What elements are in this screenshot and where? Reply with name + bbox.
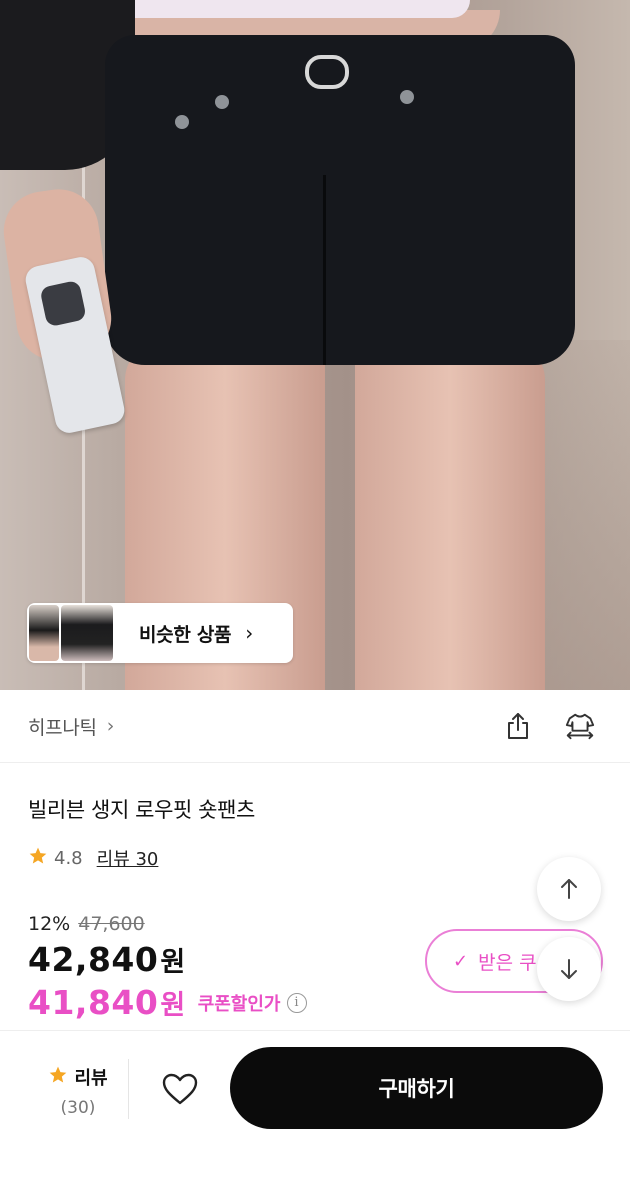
rating-score: 4.8: [54, 847, 83, 869]
rivet: [215, 95, 229, 109]
review-summary-button[interactable]: 리뷰 (30): [28, 1064, 128, 1120]
received-coupon-label: 받은 쿠: [478, 951, 537, 974]
discount-row: 12% 47,600: [28, 913, 145, 935]
denim-shorts: [105, 35, 575, 365]
rating-row: 4.8 리뷰 30: [28, 845, 158, 871]
star-icon: [28, 846, 48, 871]
price-unit: 원: [160, 947, 186, 978]
scroll-up-button[interactable]: [537, 857, 601, 921]
review-summary-label-row: 리뷰: [28, 1064, 128, 1090]
phone-camera: [39, 279, 87, 328]
crop-top: [110, 0, 470, 18]
sale-price: 42,840원: [28, 940, 186, 979]
heart-icon: [162, 1073, 198, 1105]
divider: [128, 1059, 129, 1119]
star-icon: [48, 1065, 68, 1090]
coupon-price-unit: 원: [160, 990, 186, 1021]
similar-thumb: [61, 605, 113, 661]
belt-buckle: [305, 55, 349, 89]
arrow-down-icon: [561, 959, 577, 979]
original-price: 47,600: [78, 913, 145, 935]
fitting-icon[interactable]: [564, 710, 596, 742]
review-count-link[interactable]: 리뷰 30: [97, 845, 159, 871]
inseam: [323, 175, 326, 365]
bottom-action-bar: 리뷰 (30) 구매하기: [0, 1030, 630, 1200]
review-count: (30): [60, 1098, 96, 1118]
brand-name-link[interactable]: 히프나틱: [28, 713, 97, 740]
rivet: [175, 115, 189, 129]
scroll-down-button[interactable]: [537, 937, 601, 1001]
chevron-right-icon[interactable]: ›: [107, 715, 115, 737]
product-title: 빌리븐 생지 로우핏 숏팬츠: [28, 798, 255, 822]
wishlist-button[interactable]: [158, 1067, 202, 1111]
check-icon: ✓: [453, 950, 469, 972]
coupon-price-row: 41,840원 쿠폰할인가 i: [28, 983, 307, 1022]
sale-price-value: 42,840: [28, 940, 159, 979]
similar-products-label: 비슷한 상품: [139, 623, 232, 646]
similar-products-button[interactable]: 비슷한 상품 ›: [27, 603, 293, 663]
header-actions: [502, 710, 596, 742]
coupon-price-value: 41,840: [28, 983, 159, 1022]
review-label: 리뷰: [74, 1068, 108, 1089]
similar-thumb: [29, 605, 59, 661]
rivet: [400, 90, 414, 104]
share-icon[interactable]: [502, 710, 534, 742]
chevron-right-icon: ›: [245, 621, 254, 645]
brand-row: 히프나틱 ›: [0, 690, 630, 763]
right-leg: [355, 340, 545, 690]
similar-thumbnails: [29, 605, 115, 661]
discount-rate: 12%: [28, 913, 71, 935]
coupon-price-label: 쿠폰할인가: [197, 993, 281, 1015]
buy-button[interactable]: 구매하기: [230, 1047, 603, 1129]
product-image[interactable]: 비슷한 상품 ›: [0, 0, 630, 690]
arrow-up-icon: [561, 879, 577, 899]
info-icon[interactable]: i: [286, 992, 307, 1013]
coupon-price: 41,840원: [28, 983, 186, 1022]
